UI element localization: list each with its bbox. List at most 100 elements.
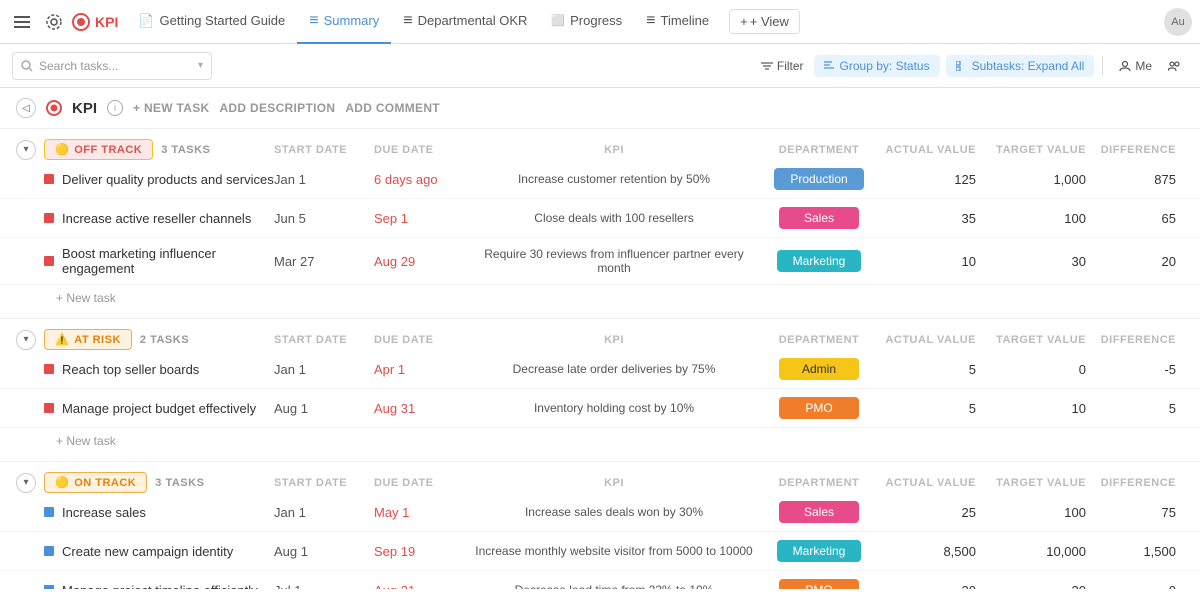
kpi-value: Decrease late order deliveries by 75% — [474, 362, 754, 376]
toolbar: Search tasks... ▾ Filter Group by: Statu… — [0, 44, 1200, 88]
kpi-value: Close deals with 100 resellers — [474, 211, 754, 225]
filter-label: Filter — [777, 59, 804, 73]
plus-icon: + — [740, 14, 748, 29]
difference: 65 — [1094, 211, 1184, 226]
dept-cell: Marketing — [754, 540, 884, 562]
invite-button[interactable] — [1160, 56, 1188, 76]
task-indicator — [44, 403, 54, 413]
section-off-track-header: ▾ 🟡 OFF TRACK 3 TASKS START DATE DUE DAT… — [0, 129, 1200, 160]
new-task-action[interactable]: + NEW TASK — [133, 101, 209, 115]
tab-timeline[interactable]: ≡ Timeline — [634, 0, 721, 44]
kpi-value: Inventory holding cost by 10% — [474, 401, 754, 415]
tab-progress[interactable]: ⬜ Progress — [539, 0, 634, 44]
group-icon — [824, 61, 836, 71]
settings-icon[interactable] — [40, 8, 68, 36]
section-at-risk: ▾ ⚠️ AT RISK 2 TASKS START DATE DUE DATE… — [0, 319, 1200, 454]
difference: 1,500 — [1094, 544, 1184, 559]
tab-departmental-okr[interactable]: ≡ Departmental OKR — [391, 0, 539, 44]
task-name: Boost marketing influencer engagement — [62, 246, 274, 276]
table-row[interactable]: Manage project budget effectively Aug 1 … — [0, 389, 1200, 428]
actual-value: 5 — [884, 401, 984, 416]
tab-label: Progress — [570, 13, 622, 28]
subtasks-button[interactable]: Subtasks: Expand All — [946, 55, 1095, 77]
task-name-cell: Reach top seller boards — [44, 362, 274, 377]
th-due-date: DUE DATE — [374, 144, 474, 156]
table-row[interactable]: Increase sales Jan 1 May 1 Increase sale… — [0, 493, 1200, 532]
kpi-info-icon[interactable]: i — [107, 100, 123, 116]
target-value: 100 — [984, 505, 1094, 520]
on-track-count: 3 TASKS — [155, 477, 204, 489]
tab-label: Departmental OKR — [418, 13, 528, 28]
table-row[interactable]: Manage project timeline efficiently Jul … — [0, 571, 1200, 589]
actual-value: 125 — [884, 172, 984, 187]
search-placeholder: Search tasks... — [39, 59, 118, 73]
start-date: Jan 1 — [274, 505, 374, 520]
difference: -5 — [1094, 362, 1184, 377]
task-name: Increase sales — [62, 505, 146, 520]
off-track-count: 3 TASKS — [161, 144, 210, 156]
hamburger-icon[interactable] — [8, 8, 36, 36]
collapse-on-track-button[interactable]: ▾ — [16, 473, 36, 493]
due-date: Sep 1 — [374, 211, 474, 226]
table-row[interactable]: Deliver quality products and services Ja… — [0, 160, 1200, 199]
dept-badge: Production — [774, 168, 863, 190]
add-description-action[interactable]: ADD DESCRIPTION — [219, 101, 335, 115]
collapse-kpi-button[interactable]: ◁ — [16, 98, 36, 118]
dept-cell: Marketing — [754, 250, 884, 272]
tab-getting-started[interactable]: 📄 Getting Started Guide — [126, 0, 297, 44]
table-row[interactable]: Increase active reseller channels Jun 5 … — [0, 199, 1200, 238]
actual-value: 10 — [884, 254, 984, 269]
tab-label: Summary — [324, 13, 380, 28]
off-track-label: OFF TRACK — [74, 144, 142, 156]
difference: 20 — [1094, 254, 1184, 269]
on-track-badge: 🟡 ON TRACK — [44, 472, 147, 493]
th-kpi: KPI — [474, 144, 754, 156]
task-indicator — [44, 364, 54, 374]
search-box[interactable]: Search tasks... ▾ — [12, 52, 212, 80]
task-name-cell: Manage project timeline efficiently — [44, 583, 274, 590]
view-button[interactable]: + + View — [729, 9, 800, 34]
new-task-at-risk[interactable]: + New task — [0, 428, 1200, 454]
at-risk-label: AT RISK — [74, 334, 121, 346]
section-on-track: ▾ 🟡 ON TRACK 3 TASKS START DATE DUE DATE… — [0, 462, 1200, 589]
dept-badge: PMO — [779, 397, 859, 419]
target-value: 100 — [984, 211, 1094, 226]
table-row[interactable]: Create new campaign identity Aug 1 Sep 1… — [0, 532, 1200, 571]
warning-icon: 🟡 — [55, 143, 69, 156]
table-row[interactable]: Reach top seller boards Jan 1 Apr 1 Decr… — [0, 350, 1200, 389]
user-avatar[interactable]: Au — [1164, 8, 1192, 36]
kpi-value: Increase sales deals won by 30% — [474, 505, 754, 519]
task-name: Reach top seller boards — [62, 362, 199, 377]
tab-label: Getting Started Guide — [160, 13, 286, 28]
due-date: Apr 1 — [374, 362, 474, 377]
collapse-at-risk-button[interactable]: ▾ — [16, 330, 36, 350]
table-row[interactable]: Boost marketing influencer engagement Ma… — [0, 238, 1200, 285]
task-indicator — [44, 213, 54, 223]
kpi-value: Increase customer retention by 50% — [474, 172, 754, 186]
th-actual: ACTUAL VALUE — [884, 144, 984, 156]
th-task — [218, 144, 274, 156]
task-indicator — [44, 507, 54, 517]
at-risk-count: 2 TASKS — [140, 334, 189, 346]
filter-button[interactable]: Filter — [751, 55, 814, 77]
actual-value: 20 — [884, 583, 984, 590]
tab-icon: 📄 — [138, 13, 154, 29]
kpi-logo[interactable]: KPI — [72, 13, 118, 31]
group-by-button[interactable]: Group by: Status — [814, 55, 940, 77]
add-comment-action[interactable]: ADD COMMENT — [345, 101, 440, 115]
target-value: 10,000 — [984, 544, 1094, 559]
target-value: 10 — [984, 401, 1094, 416]
chevron-down-icon: ▾ — [198, 60, 203, 71]
due-date: Aug 31 — [374, 583, 474, 590]
dept-badge: Admin — [779, 358, 859, 380]
start-date: Mar 27 — [274, 254, 374, 269]
due-date: May 1 — [374, 505, 474, 520]
kpi-value: Increase monthly website visitor from 50… — [474, 544, 754, 558]
collapse-off-track-button[interactable]: ▾ — [16, 140, 36, 160]
new-task-off-track[interactable]: + New task — [0, 285, 1200, 311]
tab-summary[interactable]: ≡ Summary — [297, 0, 391, 44]
dept-cell: Sales — [754, 501, 884, 523]
due-date: Aug 29 — [374, 254, 474, 269]
start-date: Jul 1 — [274, 583, 374, 590]
me-button[interactable]: Me — [1111, 55, 1160, 77]
